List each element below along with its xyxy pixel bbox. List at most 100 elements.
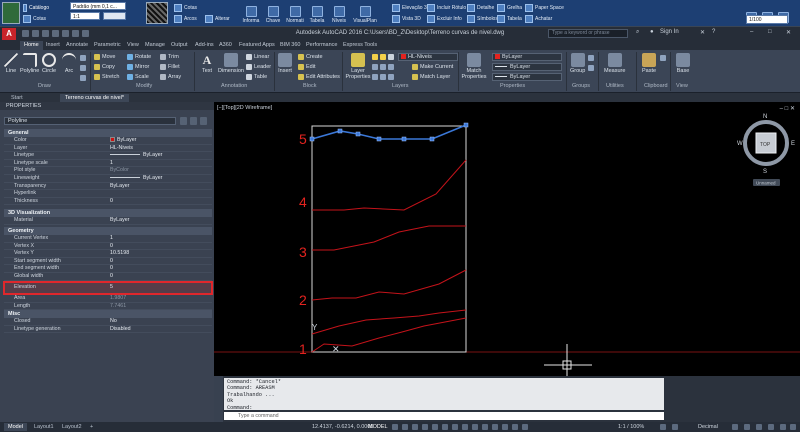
prop-row[interactable]: Linetype generation Disabled (4, 326, 212, 334)
annotation-visibility-icon[interactable] (522, 424, 528, 430)
prop-row[interactable]: Linetype scale 1 (4, 160, 212, 168)
group-tool-b[interactable] (588, 64, 594, 72)
transparency-icon[interactable] (462, 424, 468, 430)
groups-panel-label[interactable]: Groups (572, 83, 590, 89)
prop-row[interactable]: Transparency ByLayer (4, 183, 212, 191)
polyline-button[interactable]: Polyline (20, 53, 39, 74)
tab-insert[interactable]: Insert (42, 41, 64, 50)
prop-row[interactable]: Area 1.9807 (4, 295, 212, 303)
line-button[interactable]: Line (4, 53, 18, 74)
style-field[interactable]: Padrão (mm 0,1 c... (70, 2, 126, 10)
paste-button[interactable]: Paste (642, 53, 656, 74)
make-current-button[interactable]: Make Current (412, 63, 453, 71)
base-view-button[interactable]: Base (676, 53, 690, 74)
select-objects-icon[interactable] (190, 117, 197, 125)
lineweight-combo[interactable]: ByLayer (492, 63, 562, 71)
layers-panel-label[interactable]: Layers (392, 83, 409, 89)
cotas-label[interactable]: Cotas (23, 14, 49, 23)
stretch-button[interactable]: Stretch (94, 73, 119, 81)
selection-filter-icon[interactable] (502, 424, 508, 430)
tab-parametric[interactable]: Parametric (90, 41, 125, 50)
section-3d-visualization[interactable]: 3D Visualization (4, 209, 212, 217)
draw-tool-b[interactable] (80, 64, 86, 72)
lock-ui-icon[interactable] (744, 424, 750, 430)
layout2-tab[interactable]: Layout2 (58, 423, 86, 431)
minimize-button[interactable]: – (750, 29, 753, 35)
fillet-button[interactable]: Fillet (160, 63, 180, 71)
tab-annotate[interactable]: Annotate (62, 41, 92, 50)
move-button[interactable]: Move (94, 53, 115, 61)
leader-button[interactable]: Leader (246, 63, 271, 71)
elevation-row[interactable]: Elevation 5 (4, 284, 212, 292)
start-tab[interactable]: Start (6, 94, 28, 102)
help-icon[interactable]: ? (712, 29, 715, 35)
tab-manage[interactable]: Manage (141, 41, 169, 50)
achatar-button[interactable]: Achatar (525, 14, 552, 23)
text-button[interactable]: A Text (200, 53, 214, 74)
info-button[interactable]: Informa (240, 2, 262, 24)
catalog-label[interactable]: Catálogo (23, 3, 49, 12)
prop-row[interactable]: Vertex Y 10.5198 (4, 250, 212, 258)
section-geometry[interactable]: Geometry (4, 227, 212, 235)
layer-tools-row2[interactable] (372, 63, 394, 71)
trim-button[interactable]: Trim (160, 53, 179, 61)
layer-tools-row3[interactable] (372, 73, 394, 81)
tab-home[interactable]: Home (20, 41, 43, 50)
exchange-icon[interactable]: ✕ (700, 29, 705, 36)
selected-polyline[interactable] (311, 124, 467, 140)
draw-tool-a[interactable] (80, 54, 86, 62)
units-readout[interactable]: Decimal (698, 424, 718, 430)
dynamic-ucs-icon[interactable] (492, 424, 498, 430)
alterar-button[interactable]: Alterar (205, 14, 230, 23)
group-tool-a[interactable] (588, 54, 594, 62)
sign-in-link[interactable]: Sign In (660, 29, 679, 35)
drawing-tab[interactable]: Terreno curvas de nivel* (60, 94, 130, 102)
catalog-thumbnail[interactable] (2, 2, 20, 24)
prop-row[interactable]: Global width 0 (4, 273, 212, 281)
viewcube-west-label[interactable]: W (737, 141, 743, 147)
color-combo[interactable]: ByLayer (492, 53, 562, 61)
arcos-button[interactable]: Arcos (174, 14, 197, 23)
edit-block-button[interactable]: Edit (298, 63, 315, 71)
circle-button[interactable]: Circle (42, 53, 56, 74)
gizmo-icon[interactable] (512, 424, 518, 430)
viewcube-east-label[interactable]: E (791, 141, 795, 147)
modify-panel-label[interactable]: Modify (136, 83, 152, 89)
incluir-rotulo-button[interactable]: Incluir Rótulo (427, 3, 466, 12)
grelha-button[interactable]: Grelha (497, 3, 522, 12)
copy-button[interactable]: Copy (94, 63, 115, 71)
isolate-objects-icon[interactable] (756, 424, 762, 430)
prop-row[interactable]: Start segment width 0 (4, 258, 212, 266)
prop-row[interactable]: Closed No (4, 318, 212, 326)
table-button[interactable]: Table (246, 73, 267, 81)
arc-button[interactable]: Arc (62, 53, 76, 74)
polar-icon[interactable] (422, 424, 428, 430)
toggle-pickadd-icon[interactable] (180, 117, 187, 125)
levels-button[interactable]: Níveis (328, 2, 350, 24)
visualplan-button[interactable]: VisualPlan (352, 2, 378, 24)
prop-row[interactable]: Plot style ByColor (4, 167, 212, 175)
annotation-panel-label[interactable]: Annotation (221, 83, 247, 89)
mirror-button[interactable]: Mirror (127, 63, 149, 71)
utilities-panel-label[interactable]: Utilities (606, 83, 624, 89)
match-properties-button[interactable]: Match Properties (461, 53, 487, 80)
prop-row[interactable]: Material ByLayer (4, 217, 212, 225)
tab-view[interactable]: View (123, 41, 143, 50)
drawing-viewport[interactable]: [−][Top][2D Wireframe] – □ ✕ 5 4 3 2 1 Y… (214, 102, 800, 376)
object-type-select[interactable]: Polyline (4, 117, 176, 125)
command-line-grip[interactable] (214, 376, 223, 422)
viewcube-south-label[interactable]: S (763, 169, 767, 175)
group-button[interactable]: Group (570, 53, 585, 74)
copy-clip-button[interactable] (660, 54, 666, 62)
layout1-tab[interactable]: Layout1 (30, 423, 58, 431)
array-button[interactable]: Array (160, 73, 181, 81)
draw-panel-label[interactable]: Draw (38, 83, 51, 89)
prop-row[interactable]: End segment width 0 (4, 265, 212, 273)
user-icon[interactable]: ● (650, 29, 654, 35)
measure-button[interactable]: Measure (604, 53, 625, 74)
search-icon[interactable]: ⌕ (636, 29, 639, 36)
scale-button[interactable]: Scale (127, 73, 149, 81)
viewcube-north-label[interactable]: N (763, 114, 767, 120)
prop-row[interactable]: Color ByLayer (4, 137, 212, 145)
prop-row[interactable]: Linetype ByLayer (4, 152, 212, 160)
